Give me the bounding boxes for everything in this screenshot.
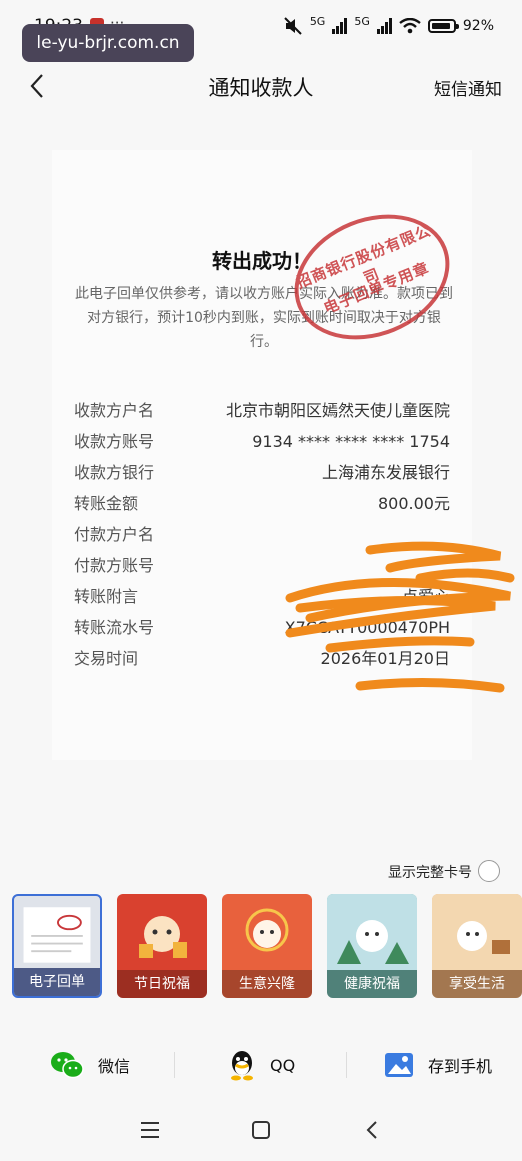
signal-type-label-2: 5G: [354, 14, 370, 28]
show-full-card-label: 显示完整卡号: [388, 865, 472, 881]
field-payee-name: 收款方户名 北京市朝阳区嫣然天使儿童医院: [74, 395, 450, 426]
fortune-cat-icon: [245, 908, 289, 952]
signal-type-label: 5G: [309, 14, 326, 28]
theme-health-wishes[interactable]: 健康祝福: [327, 894, 417, 998]
field-amount: 转账金额 800.00元: [74, 488, 450, 519]
theme-business-prosperity[interactable]: 生意兴隆: [222, 894, 312, 998]
field-label: 转账附言: [74, 587, 139, 606]
divider: [174, 1052, 175, 1078]
save-to-phone-button[interactable]: 存到手机: [384, 1040, 492, 1090]
save-to-phone-label: 存到手机: [428, 1057, 493, 1076]
field-label: 付款方户名: [74, 525, 155, 544]
festive-cat-icon: [139, 916, 187, 958]
signal-bars-icon: [332, 18, 348, 34]
field-label: 交易时间: [74, 649, 139, 668]
field-value: 800.00元: [378, 494, 450, 513]
divider: [346, 1052, 347, 1078]
battery-icon: [427, 19, 459, 33]
field-label: 收款方银行: [74, 463, 155, 482]
theme-enjoy-life[interactable]: 享受生活: [432, 894, 522, 998]
mute-icon: [284, 17, 302, 35]
theme-electronic-receipt[interactable]: 电子回单: [12, 894, 102, 998]
show-full-card-radio[interactable]: [478, 860, 500, 882]
theme-label: 电子回单: [14, 968, 100, 996]
field-label: 付款方账号: [74, 556, 155, 575]
share-qq-button[interactable]: QQ: [228, 1040, 295, 1090]
field-payee-account: 收款方账号 9134 **** **** **** 1754: [74, 426, 450, 457]
share-wechat-label: 微信: [98, 1057, 131, 1076]
picnic-cat-icon: [432, 894, 522, 970]
wechat-icon: [51, 1052, 84, 1079]
theme-label: 节日祝福: [117, 970, 207, 998]
share-bar: 微信 QQ 存到手机: [0, 1040, 522, 1090]
system-navigation-bar: [0, 1112, 522, 1152]
share-qq-label: QQ: [270, 1055, 296, 1075]
receipt-thumbnail-icon: [23, 907, 91, 963]
battery-percent: 92%: [462, 18, 494, 34]
recent-apps-icon[interactable]: [140, 1120, 160, 1140]
field-value: 9134 **** **** **** 1754: [252, 432, 450, 451]
field-label: 收款方户名: [74, 401, 155, 420]
field-label: 收款方账号: [74, 432, 155, 451]
share-wechat-button[interactable]: 微信: [50, 1040, 130, 1090]
theme-label: 生意兴隆: [222, 970, 312, 998]
field-value: 北京市朝阳区嫣然天使儿童医院: [225, 401, 450, 420]
sms-notify-button[interactable]: 短信通知: [434, 75, 502, 100]
signal-bars-icon-2: [376, 18, 392, 34]
wifi-icon: [399, 18, 421, 34]
snow-cat-icon: [327, 894, 417, 970]
theme-label: 享受生活: [432, 970, 522, 998]
receipt-theme-list: 电子回单 节日祝福 生意兴隆 健康祝福 享受生活: [12, 894, 522, 998]
field-value: 上海浦东发展银行: [321, 463, 450, 482]
home-icon[interactable]: [251, 1120, 271, 1140]
theme-holiday-wishes[interactable]: 节日祝福: [117, 894, 207, 998]
status-bar: 19:23 ··· le-yu-brjr.com.cn 5G 5G 92%: [0, 0, 522, 62]
field-payee-bank: 收款方银行 上海浦东发展银行: [74, 457, 450, 488]
field-label: 转账流水号: [74, 618, 155, 637]
theme-label: 健康祝福: [327, 970, 417, 998]
status-icons: 5G 5G 92%: [283, 14, 494, 38]
qq-penguin-icon: [231, 1051, 253, 1081]
watermark-url-badge: le-yu-brjr.com.cn: [22, 24, 194, 62]
field-label: 转账金额: [74, 494, 139, 513]
system-back-icon[interactable]: [364, 1120, 380, 1140]
image-gallery-icon: [385, 1053, 413, 1077]
redaction-scribble: [285, 541, 515, 693]
